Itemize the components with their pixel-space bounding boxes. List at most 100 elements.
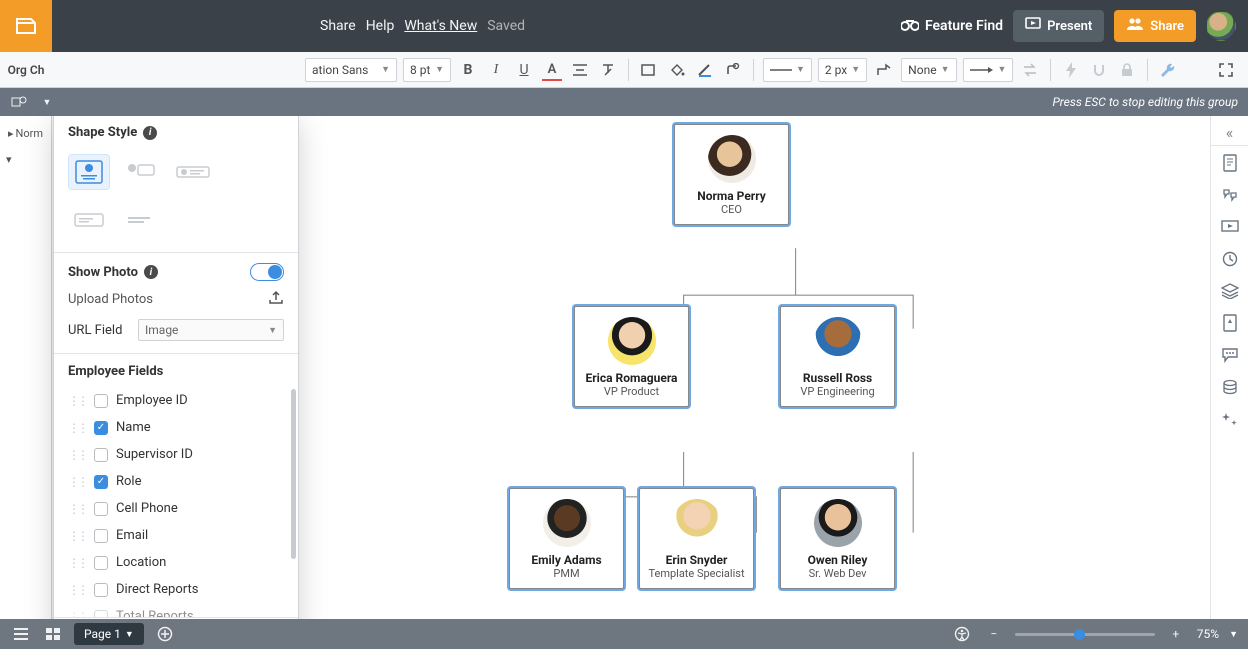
- org-node[interactable]: Erica Romaguera VP Product: [574, 306, 689, 407]
- flash-button[interactable]: [1059, 58, 1083, 82]
- field-row[interactable]: ⋮⋮Total Reports: [54, 603, 298, 617]
- clear-format-button[interactable]: [596, 58, 620, 82]
- drag-handle-icon[interactable]: ⋮⋮: [68, 583, 86, 597]
- chat-icon[interactable]: [1217, 340, 1243, 370]
- grid-view-button[interactable]: [42, 623, 64, 645]
- zoom-slider[interactable]: [1015, 633, 1155, 636]
- line-end-left-select[interactable]: None▼: [901, 58, 956, 82]
- underline-button[interactable]: U: [512, 58, 536, 82]
- present-button[interactable]: Present: [1013, 10, 1104, 42]
- zoom-in-button[interactable]: +: [1165, 623, 1187, 645]
- field-row[interactable]: ⋮⋮✓Role: [54, 468, 298, 495]
- font-family-select[interactable]: ation Sans▼: [305, 58, 397, 82]
- app-logo[interactable]: [0, 0, 52, 52]
- feature-find-button[interactable]: Feature Find: [901, 17, 1003, 35]
- drag-handle-icon[interactable]: ⋮⋮: [68, 529, 86, 543]
- add-page-button[interactable]: [154, 623, 176, 645]
- checkbox[interactable]: ✓: [94, 475, 108, 489]
- present-panel-icon[interactable]: [1217, 212, 1243, 242]
- drag-handle-icon[interactable]: ⋮⋮: [68, 448, 86, 462]
- zoom-label[interactable]: 75%: [1197, 627, 1219, 641]
- outline-caret[interactable]: ▾: [0, 146, 51, 172]
- italic-button[interactable]: I: [484, 58, 508, 82]
- checkbox[interactable]: [94, 529, 108, 543]
- menu-help[interactable]: Help: [366, 18, 395, 34]
- field-row[interactable]: ⋮⋮✓Name: [54, 414, 298, 441]
- page-tab[interactable]: Page 1 ▼: [74, 623, 144, 645]
- menu-share[interactable]: Share: [320, 18, 356, 34]
- share-button[interactable]: Share: [1114, 10, 1196, 42]
- font-size-select[interactable]: 8 pt▼: [403, 58, 451, 82]
- info-icon[interactable]: i: [144, 265, 158, 279]
- drag-handle-icon[interactable]: ⋮⋮: [68, 610, 86, 618]
- drag-handle-icon[interactable]: ⋮⋮: [68, 556, 86, 570]
- wrench-button[interactable]: [1156, 58, 1180, 82]
- user-avatar[interactable]: [1206, 11, 1236, 41]
- org-node[interactable]: Owen Riley Sr. Web Dev: [780, 488, 895, 589]
- shape-style-option-5[interactable]: [120, 202, 162, 238]
- shape-style-option-3[interactable]: [172, 154, 214, 190]
- dropdown-caret-icon[interactable]: ▼: [38, 93, 56, 111]
- data-icon[interactable]: [1217, 372, 1243, 402]
- field-row[interactable]: ⋮⋮Employee ID: [54, 387, 298, 414]
- field-row[interactable]: ⋮⋮Location: [54, 549, 298, 576]
- swap-ends-button[interactable]: [1018, 58, 1042, 82]
- bold-button[interactable]: B: [456, 58, 480, 82]
- line-end-right-select[interactable]: ▼: [963, 58, 1014, 82]
- org-node[interactable]: Erin Snyder Template Specialist: [639, 488, 754, 589]
- shape-style-option-4[interactable]: [68, 202, 110, 238]
- stroke-width-select[interactable]: 2 px▼: [818, 58, 867, 82]
- border-radius-button[interactable]: [721, 58, 745, 82]
- outline-root[interactable]: ▸ Norm: [0, 120, 51, 146]
- field-row[interactable]: ⋮⋮Cell Phone: [54, 495, 298, 522]
- shape-picker-icon[interactable]: [10, 93, 28, 111]
- connector-style-button[interactable]: [872, 58, 896, 82]
- field-row[interactable]: ⋮⋮Direct Reports: [54, 576, 298, 603]
- org-node[interactable]: Norma Perry CEO: [674, 124, 789, 225]
- list-view-button[interactable]: [10, 623, 32, 645]
- checkbox[interactable]: ✓: [94, 421, 108, 435]
- url-field-select[interactable]: Image ▼: [138, 319, 284, 341]
- magnet-button[interactable]: [1087, 58, 1111, 82]
- comments-icon[interactable]: [1217, 180, 1243, 210]
- shape-style-option-2[interactable]: [120, 154, 162, 190]
- add-field-button[interactable]: + Add Field: [54, 617, 298, 619]
- theme-icon[interactable]: [1217, 308, 1243, 338]
- checkbox[interactable]: [94, 502, 108, 516]
- drag-handle-icon[interactable]: ⋮⋮: [68, 475, 86, 489]
- notes-icon[interactable]: [1217, 148, 1243, 178]
- checkbox[interactable]: [94, 610, 108, 618]
- stroke-color-button[interactable]: [693, 58, 717, 82]
- upload-icon[interactable]: [268, 289, 284, 309]
- upload-photos-label[interactable]: Upload Photos: [68, 292, 153, 307]
- align-button[interactable]: [568, 58, 592, 82]
- checkbox[interactable]: [94, 394, 108, 408]
- shape-fill-button[interactable]: [637, 58, 661, 82]
- line-style-select[interactable]: ▼: [763, 58, 812, 82]
- drag-handle-icon[interactable]: ⋮⋮: [68, 394, 86, 408]
- field-row[interactable]: ⋮⋮Supervisor ID: [54, 441, 298, 468]
- zoom-out-button[interactable]: −: [983, 623, 1005, 645]
- accessibility-button[interactable]: [951, 623, 973, 645]
- show-photo-toggle[interactable]: [250, 263, 284, 281]
- text-color-button[interactable]: A: [540, 58, 564, 82]
- drag-handle-icon[interactable]: ⋮⋮: [68, 502, 86, 516]
- scrollbar-thumb[interactable]: [291, 389, 296, 559]
- shape-style-option-1[interactable]: [68, 154, 110, 190]
- sparkle-icon[interactable]: [1217, 404, 1243, 434]
- lock-button[interactable]: [1115, 58, 1139, 82]
- history-icon[interactable]: [1217, 244, 1243, 274]
- paint-bucket-button[interactable]: [665, 58, 689, 82]
- org-node[interactable]: Russell Ross VP Engineering: [780, 306, 895, 407]
- drag-handle-icon[interactable]: ⋮⋮: [68, 421, 86, 435]
- checkbox[interactable]: [94, 448, 108, 462]
- checkbox[interactable]: [94, 556, 108, 570]
- checkbox[interactable]: [94, 583, 108, 597]
- fullscreen-button[interactable]: [1214, 58, 1238, 82]
- layers-icon[interactable]: [1217, 276, 1243, 306]
- menu-whats-new[interactable]: What's New: [404, 18, 477, 34]
- field-row[interactable]: ⋮⋮Email: [54, 522, 298, 549]
- collapse-rail-button[interactable]: «: [1211, 120, 1248, 146]
- org-node[interactable]: Emily Adams PMM: [509, 488, 624, 589]
- info-icon[interactable]: i: [143, 126, 157, 140]
